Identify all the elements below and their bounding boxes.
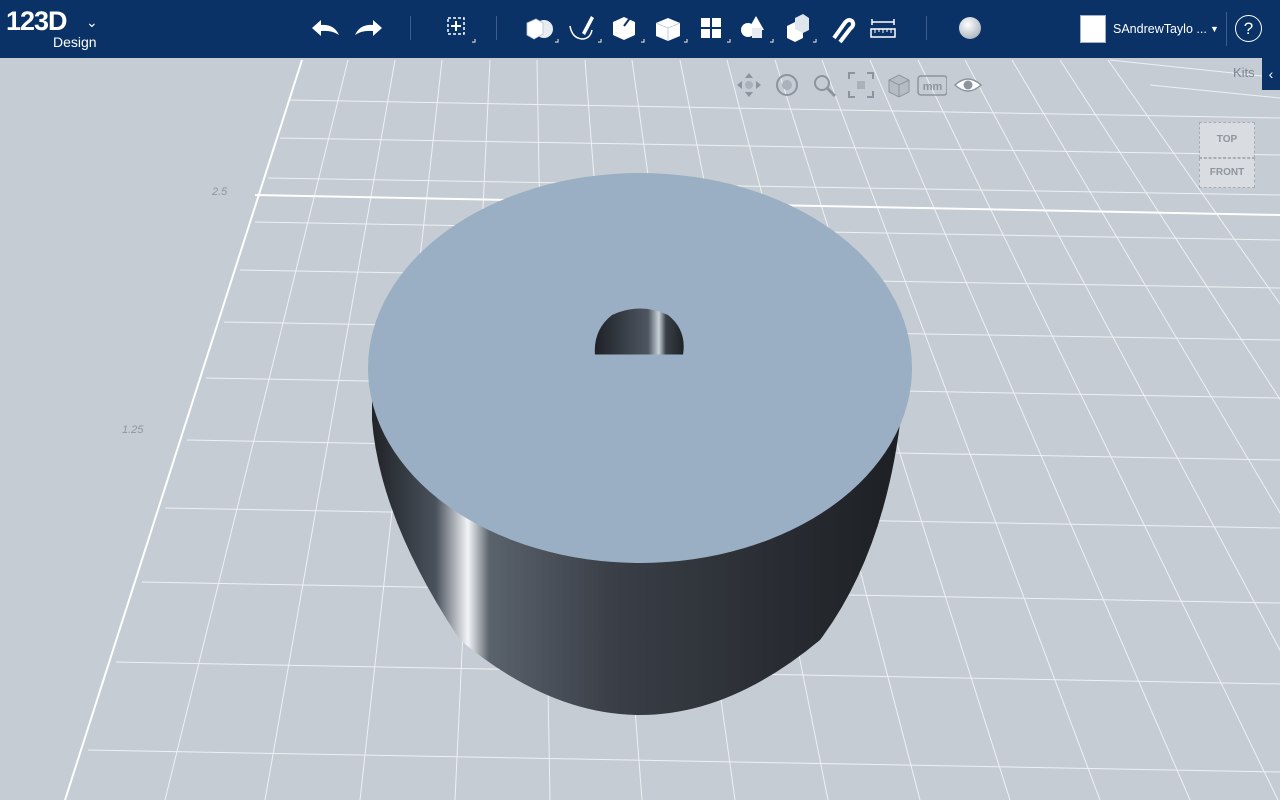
view-mode-icon bbox=[888, 74, 910, 98]
cylinder-solid bbox=[368, 173, 912, 715]
snap-button[interactable] bbox=[820, 8, 860, 48]
avatar bbox=[1080, 15, 1106, 43]
fit-button[interactable] bbox=[846, 70, 876, 100]
modify-button[interactable] bbox=[648, 8, 688, 48]
logo-subtitle: Design bbox=[53, 34, 97, 50]
zoom-button[interactable] bbox=[809, 70, 839, 100]
toolbar-separator bbox=[1226, 12, 1227, 46]
view-cube-top[interactable]: TOP bbox=[1199, 122, 1255, 158]
sketch-icon bbox=[569, 16, 602, 43]
modify-icon bbox=[655, 18, 688, 43]
grouping-button[interactable] bbox=[734, 8, 774, 48]
transform-icon bbox=[447, 17, 476, 43]
grid-label: 1.25 bbox=[122, 424, 144, 436]
toolbar-separator bbox=[410, 16, 411, 40]
measure-button[interactable] bbox=[863, 8, 903, 48]
redo-button[interactable] bbox=[348, 8, 388, 48]
toolbar-separator bbox=[496, 16, 497, 40]
snap-icon bbox=[832, 18, 856, 44]
primitives-icon bbox=[526, 18, 559, 43]
primitives-button[interactable] bbox=[519, 8, 559, 48]
redo-icon bbox=[355, 20, 382, 36]
units-icon: mm bbox=[917, 75, 948, 96]
user-menu[interactable]: SAndrewTaylo ... ▼ bbox=[1076, 12, 1226, 46]
view-cube[interactable]: TOP FRONT bbox=[1199, 122, 1255, 188]
measure-icon bbox=[870, 19, 896, 38]
kits-panel-toggle[interactable]: ‹ bbox=[1262, 58, 1280, 90]
combine-button[interactable] bbox=[777, 8, 817, 48]
workspace-canvas bbox=[64, 59, 1280, 800]
combine-icon bbox=[787, 14, 817, 43]
orbit-icon bbox=[776, 74, 798, 96]
construct-icon bbox=[613, 13, 645, 43]
pan-icon bbox=[737, 73, 761, 97]
toolbar-separator bbox=[926, 16, 927, 40]
material-button[interactable] bbox=[950, 8, 990, 48]
grid-axis-line bbox=[64, 59, 303, 800]
visibility-button[interactable] bbox=[953, 70, 983, 100]
transform-button[interactable] bbox=[436, 8, 476, 48]
logo-text: 123D bbox=[6, 6, 68, 36]
material-icon bbox=[959, 17, 981, 39]
units-button[interactable]: mm bbox=[917, 70, 948, 100]
sketch-button[interactable] bbox=[562, 8, 602, 48]
top-toolbar: 123D ⌄ Design SAndrewTaylo ... ▼ ? bbox=[0, 0, 1280, 58]
undo-icon bbox=[312, 20, 339, 36]
units-label: mm bbox=[923, 81, 943, 93]
pattern-icon bbox=[701, 18, 731, 43]
construct-button[interactable] bbox=[605, 8, 645, 48]
user-name: SAndrewTaylo ... bbox=[1113, 22, 1207, 36]
chevron-left-icon: ‹ bbox=[1268, 66, 1274, 82]
3d-viewport[interactable]: 2.5 1.25 bbox=[0, 58, 1280, 800]
zoom-icon bbox=[814, 75, 837, 98]
app-menu-chevron-icon[interactable]: ⌄ bbox=[86, 14, 98, 31]
view-mode-button[interactable] bbox=[884, 70, 914, 100]
orbit-button[interactable] bbox=[772, 70, 802, 100]
pan-button[interactable] bbox=[734, 70, 764, 100]
visibility-icon bbox=[953, 78, 983, 92]
grid-label: 2.5 bbox=[212, 186, 228, 198]
view-cube-front[interactable]: FRONT bbox=[1199, 158, 1255, 188]
app-logo[interactable]: 123D ⌄ Design bbox=[6, 4, 106, 54]
help-button[interactable]: ? bbox=[1235, 15, 1262, 42]
chevron-down-icon: ▼ bbox=[1210, 24, 1219, 34]
grouping-icon bbox=[741, 16, 774, 43]
kits-label[interactable]: Kits bbox=[1233, 65, 1255, 80]
pattern-button[interactable] bbox=[691, 8, 731, 48]
fit-icon bbox=[848, 72, 874, 98]
undo-button[interactable] bbox=[306, 8, 346, 48]
